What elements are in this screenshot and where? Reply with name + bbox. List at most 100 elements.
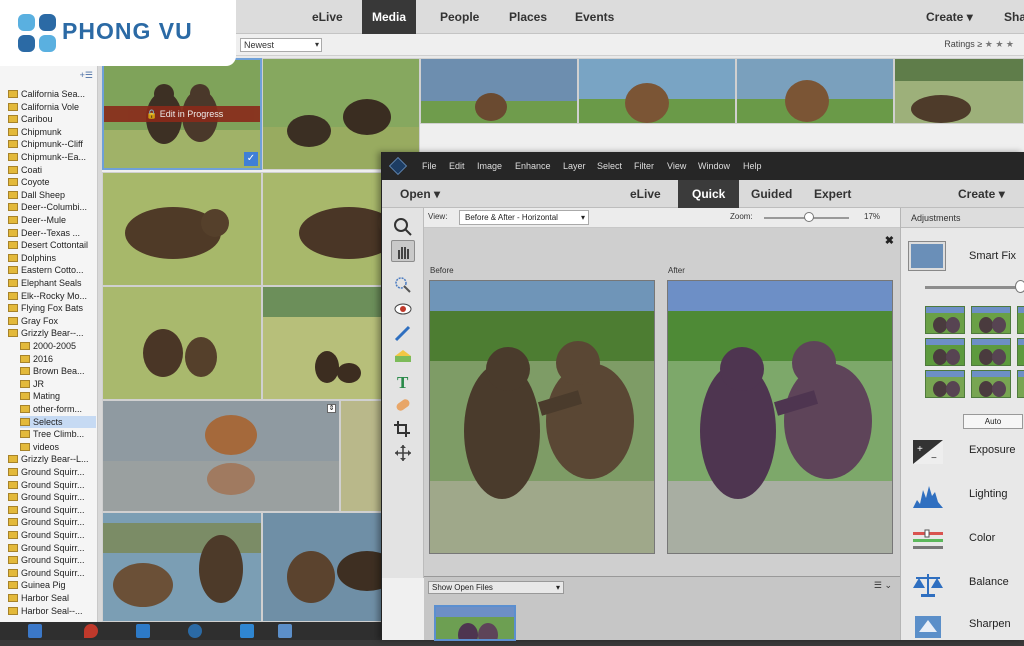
undo-icon[interactable] <box>28 624 42 638</box>
rating-stars[interactable]: ★ ★ ★ <box>985 39 1014 49</box>
adjustment-sharpen[interactable]: Sharpen <box>901 606 1024 646</box>
smart-fix-preset[interactable] <box>1017 306 1024 334</box>
folder-item[interactable]: Coyote <box>8 176 96 188</box>
folder-item[interactable]: California Sea... <box>8 88 96 100</box>
type-tool-icon[interactable]: T <box>391 370 415 392</box>
folder-item[interactable]: JR <box>20 378 96 390</box>
mode-guided[interactable]: Guided <box>737 180 806 208</box>
menu-enhance[interactable]: Enhance <box>515 152 551 180</box>
menu-edit[interactable]: Edit <box>449 152 465 180</box>
folder-item[interactable]: Flying Fox Bats <box>8 302 96 314</box>
menu-image[interactable]: Image <box>477 152 502 180</box>
tree-options-icon[interactable]: +☰ <box>80 70 93 81</box>
folder-item[interactable]: Mating <box>20 390 96 402</box>
slideshow-icon[interactable] <box>278 624 292 638</box>
folder-item[interactable]: videos <box>20 441 96 453</box>
crop-tool-icon[interactable] <box>391 418 415 440</box>
folder-item[interactable]: Grizzly Bear--L... <box>8 453 96 465</box>
folder-item[interactable]: Ground Squirr... <box>8 466 96 478</box>
folder-item[interactable]: Dall Sheep <box>8 189 96 201</box>
folder-item[interactable]: Ground Squirr... <box>8 542 96 554</box>
zoom-slider-knob[interactable] <box>804 212 814 222</box>
mode-expert[interactable]: Expert <box>800 180 865 208</box>
folder-item[interactable]: Ground Squirr... <box>8 554 96 566</box>
folder-item[interactable]: Guinea Pig <box>8 579 96 591</box>
zoom-tool-icon[interactable] <box>391 216 415 238</box>
folder-item[interactable]: Harbor Seal <box>8 592 96 604</box>
stack-icon[interactable]: ⇕ <box>327 404 336 413</box>
smart-fix-preset[interactable] <box>971 306 1011 334</box>
thumbnail[interactable] <box>102 512 262 622</box>
tab-people[interactable]: People <box>430 0 489 34</box>
whiten-teeth-tool-icon[interactable] <box>391 322 415 344</box>
hand-tool-icon[interactable] <box>391 240 415 262</box>
close-icon[interactable]: ✖ <box>885 234 894 247</box>
editor-icon[interactable] <box>240 624 254 638</box>
menu-file[interactable]: File <box>422 152 437 180</box>
menu-view[interactable]: View <box>667 152 686 180</box>
thumbnail[interactable] <box>102 286 262 400</box>
auto-button[interactable]: Auto <box>963 414 1023 429</box>
red-eye-tool-icon[interactable] <box>391 298 415 320</box>
thumbnail[interactable] <box>578 58 736 124</box>
thumbnail[interactable]: ⇕ <box>102 400 340 512</box>
play-icon[interactable] <box>188 624 202 638</box>
folder-item[interactable]: Selects <box>20 415 96 428</box>
adjustment-lighting[interactable]: Lighting <box>901 476 1024 516</box>
folder-item[interactable]: Deer--Mule <box>8 214 96 226</box>
after-image[interactable] <box>667 280 893 554</box>
folder-item[interactable]: Ground Squirr... <box>8 516 96 528</box>
mode-quick[interactable]: Quick <box>678 180 740 208</box>
straighten-tool-icon[interactable] <box>391 346 415 368</box>
folder-item[interactable]: Elk--Rocky Mo... <box>8 290 96 302</box>
share-menu[interactable]: Sha <box>996 0 1024 34</box>
folder-item[interactable]: Dolphins <box>8 252 96 264</box>
folder-item[interactable]: Desert Cottontail <box>8 239 96 251</box>
move-tool-icon[interactable] <box>391 442 415 464</box>
spot-healing-tool-icon[interactable] <box>391 394 415 416</box>
tab-media[interactable]: Media <box>362 0 417 34</box>
folder-item[interactable]: Deer--Columbi... <box>8 201 96 213</box>
folder-item[interactable]: Harbor Seal--... <box>8 605 96 617</box>
image-canvas[interactable]: ✖ Before After <box>424 228 900 576</box>
folder-item[interactable]: Chipmunk <box>8 126 96 138</box>
tab-events[interactable]: Events <box>565 0 624 34</box>
quick-selection-tool-icon[interactable] <box>391 274 415 296</box>
folder-item[interactable]: 2000-2005 <box>20 340 96 352</box>
folder-item[interactable]: Tree Climb... <box>20 428 96 440</box>
map-pin-icon[interactable] <box>84 624 98 638</box>
bin-thumbnail[interactable] <box>434 605 516 641</box>
selected-check-icon[interactable]: ✓ <box>244 152 258 166</box>
folder-item[interactable]: Ground Squirr... <box>8 567 96 579</box>
thumbnail[interactable] <box>894 58 1024 124</box>
smart-fix-preset[interactable] <box>971 338 1011 366</box>
folder-item[interactable]: Coati <box>8 164 96 176</box>
ratings-filter[interactable]: Ratings ≥ ★ ★ ★ <box>944 39 1014 50</box>
photo-bin-select[interactable]: Show Open Files <box>428 581 564 594</box>
smart-fix-preset[interactable] <box>925 370 965 398</box>
mode-elive[interactable]: eLive <box>616 180 675 208</box>
folder-item[interactable]: Grizzly Bear--... <box>8 327 96 339</box>
adjustment-exposure[interactable]: + − Exposure <box>901 432 1024 472</box>
menu-help[interactable]: Help <box>743 152 762 180</box>
create-button[interactable]: Create ▾ <box>944 180 1019 208</box>
folder-item[interactable]: Ground Squirr... <box>8 491 96 503</box>
smart-fix-preset[interactable] <box>925 306 965 334</box>
menu-layer[interactable]: Layer <box>563 152 586 180</box>
smart-fix-preset[interactable] <box>1017 370 1024 398</box>
thumbnail[interactable] <box>420 58 578 124</box>
adjustment-balance[interactable]: Balance <box>901 564 1024 604</box>
thumbnail[interactable] <box>736 58 894 124</box>
folder-item[interactable]: Ground Squirr... <box>8 479 96 491</box>
folder-item[interactable]: Elephant Seals <box>8 277 96 289</box>
view-select[interactable]: Before & After - Horizontal <box>459 210 589 225</box>
folder-item[interactable]: Ground Squirr... <box>8 504 96 516</box>
folder-item[interactable]: Deer--Texas ... <box>8 227 96 239</box>
folder-item[interactable]: Chipmunk--Ea... <box>8 151 96 163</box>
smart-fix-preset[interactable] <box>925 338 965 366</box>
before-image[interactable] <box>429 280 655 554</box>
smart-fix-slider-knob[interactable] <box>1014 280 1024 293</box>
smart-fix-icon[interactable] <box>909 242 945 270</box>
tab-places[interactable]: Places <box>499 0 557 34</box>
folder-item[interactable]: California Vole <box>8 101 96 113</box>
